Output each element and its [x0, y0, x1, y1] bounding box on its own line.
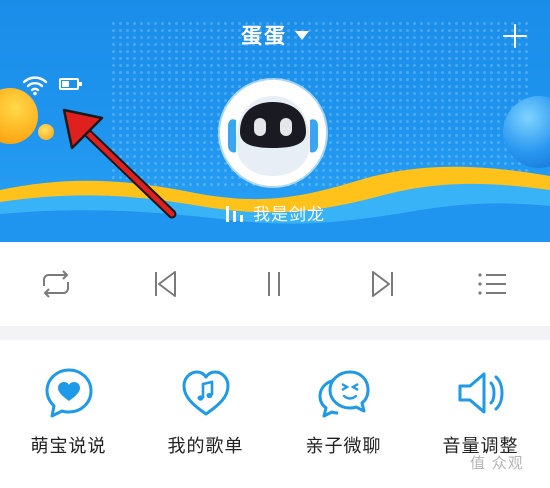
feature-volume[interactable]: 音量调整: [412, 366, 549, 458]
previous-icon: [155, 271, 176, 297]
annotation-arrow: [62, 108, 177, 219]
pause-icon: [268, 272, 280, 296]
wifi-icon: [22, 76, 48, 96]
feature-label: 亲子微聊: [305, 436, 382, 457]
next-button[interactable]: [363, 264, 403, 304]
planet-decoration-small: [38, 124, 54, 140]
feature-my-playlist[interactable]: 我的歌单: [137, 366, 274, 458]
pause-button[interactable]: [254, 264, 294, 304]
previous-button[interactable]: [145, 264, 185, 304]
device-name: 蛋蛋: [241, 24, 287, 48]
robot-avatar[interactable]: [220, 80, 326, 186]
next-icon: [372, 271, 393, 297]
device-selector[interactable]: 蛋蛋: [0, 20, 550, 50]
feature-grid: 萌宝说说 我的歌单 亲子微聊 音量调整 值 众观: [0, 340, 550, 488]
feature-family-chat[interactable]: 亲子微聊: [275, 366, 412, 458]
repeat-icon: [43, 270, 69, 298]
player-controls: [0, 242, 550, 326]
watermark: 值 众观: [470, 454, 524, 472]
repeat-button[interactable]: [36, 264, 76, 304]
playlist-button[interactable]: [472, 264, 512, 304]
wink-chat-icon: [318, 370, 369, 418]
battery-icon: [59, 78, 82, 90]
planet-decoration-left: [0, 88, 38, 144]
feature-label: 萌宝说说: [30, 436, 107, 457]
feature-label: 我的歌单: [167, 436, 244, 457]
heart-chat-icon: [45, 368, 92, 418]
section-divider: [0, 326, 550, 340]
equalizer-icon: [226, 205, 243, 222]
playlist-icon: [478, 273, 506, 295]
heart-music-icon: [182, 370, 229, 416]
track-title: 我是剑龙: [253, 205, 325, 225]
robot-face-icon: [220, 80, 326, 186]
feature-baby-talk[interactable]: 萌宝说说: [0, 366, 137, 458]
caret-down-icon: [295, 30, 309, 40]
add-device-icon[interactable]: [503, 24, 527, 48]
speaker-icon: [458, 372, 503, 414]
